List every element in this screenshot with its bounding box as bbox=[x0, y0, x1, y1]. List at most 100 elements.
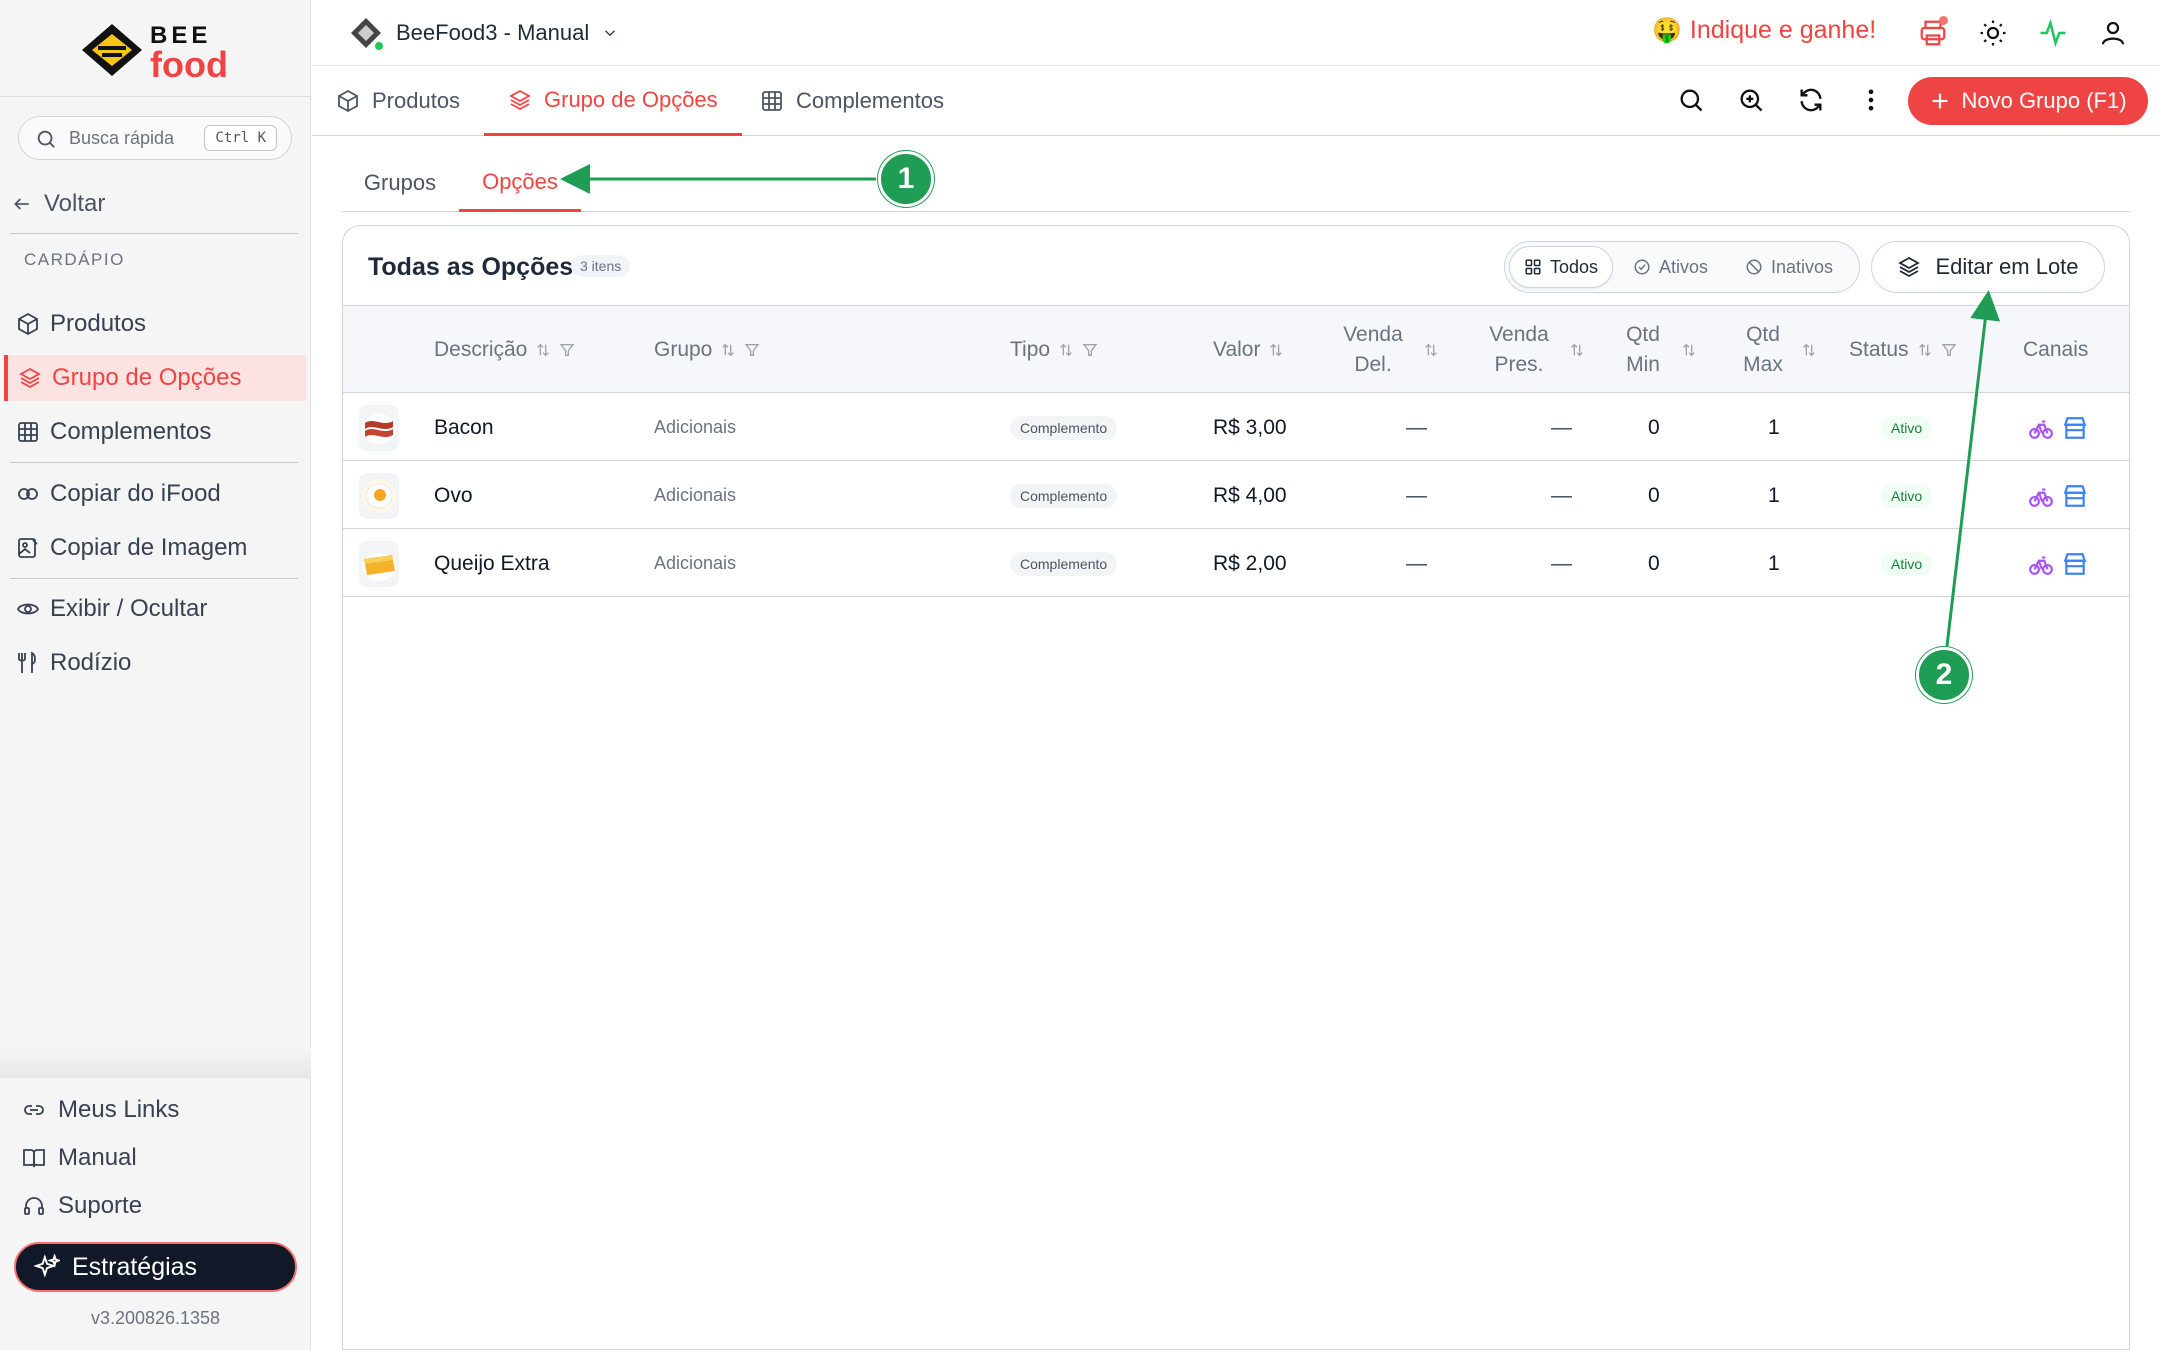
col-venda-del[interactable]: Venda Del. bbox=[1331, 306, 1439, 393]
bike-icon[interactable] bbox=[2028, 483, 2054, 509]
image-edit-icon bbox=[18, 538, 38, 558]
col-valor[interactable]: Valor bbox=[1213, 306, 1284, 393]
col-tipo[interactable]: Tipo bbox=[1010, 306, 1098, 393]
beefood-logo[interactable]: BEE food bbox=[80, 20, 240, 85]
tab-grupo-opcoes[interactable]: Grupo de Opções bbox=[484, 66, 742, 136]
divider bbox=[10, 462, 298, 463]
col-label-line: Min bbox=[1626, 352, 1660, 376]
sort-icon[interactable] bbox=[535, 342, 551, 358]
type-badge: Complemento bbox=[1010, 483, 1118, 508]
sort-icon[interactable] bbox=[1423, 342, 1439, 358]
book-icon bbox=[23, 1149, 45, 1168]
zoom-button[interactable] bbox=[1737, 86, 1767, 116]
option-name: Bacon bbox=[434, 415, 494, 439]
sidebar-item-rodizio[interactable]: Rodízio bbox=[4, 640, 306, 686]
bike-icon[interactable] bbox=[2028, 551, 2054, 577]
sort-icon[interactable] bbox=[1801, 342, 1817, 358]
filter-icon[interactable] bbox=[559, 342, 575, 358]
sidebar-footer-meus-links[interactable]: Meus Links bbox=[22, 1090, 179, 1130]
subtab-label: Opções bbox=[482, 168, 558, 194]
bacon-image bbox=[362, 413, 396, 444]
sidebar-item-copiar-ifood[interactable]: Copiar do iFood bbox=[4, 471, 306, 517]
sidebar-item-grupo-opcoes[interactable]: Grupo de Opções bbox=[4, 355, 306, 401]
sidebar-item-produtos[interactable]: Produtos bbox=[4, 301, 306, 347]
sort-icon[interactable] bbox=[1268, 342, 1284, 358]
bike-icon[interactable] bbox=[2028, 415, 2054, 441]
col-label-line: Qtd bbox=[1626, 322, 1660, 346]
sort-icon[interactable] bbox=[720, 342, 736, 358]
table-row[interactable]: Ovo Adicionais Complemento R$ 4,00 — — 0… bbox=[343, 462, 2129, 529]
col-venda-pres[interactable]: Venda Pres. bbox=[1477, 306, 1585, 393]
grid-icon bbox=[1525, 259, 1541, 275]
col-grupo[interactable]: Grupo bbox=[654, 306, 760, 393]
filter-icon[interactable] bbox=[744, 342, 760, 358]
store-icon[interactable] bbox=[2062, 551, 2088, 577]
activity-button[interactable] bbox=[2038, 18, 2068, 48]
table-row[interactable]: Queijo Extra Adicionais Complemento R$ 2… bbox=[343, 530, 2129, 597]
type-badge: Complemento bbox=[1010, 551, 1118, 576]
table-row[interactable]: Bacon Adicionais Complemento R$ 3,00 — —… bbox=[343, 394, 2129, 461]
sidebar: BEE food Busca rápida Ctrl K Voltar CARD… bbox=[0, 0, 311, 1350]
sidebar-item-exibir-ocultar[interactable]: Exibir / Ocultar bbox=[4, 586, 306, 632]
filter-icon[interactable] bbox=[1941, 342, 1957, 358]
filter-inativos[interactable]: Inativos bbox=[1731, 246, 1847, 288]
col-descricao[interactable]: Descrição bbox=[434, 306, 575, 393]
sort-icon[interactable] bbox=[1058, 342, 1074, 358]
min-qty: 0 bbox=[1648, 551, 1660, 575]
status-badge: Ativo bbox=[1881, 415, 1933, 440]
batch-edit-button[interactable]: Editar em Lote bbox=[1871, 241, 2105, 293]
filter-icon[interactable] bbox=[1082, 342, 1098, 358]
sidebar-footer-suporte[interactable]: Suporte bbox=[22, 1186, 142, 1226]
sort-icon[interactable] bbox=[1917, 342, 1933, 358]
tab-label: Grupo de Opções bbox=[544, 86, 718, 112]
invite-link[interactable]: 🤑 Indique e ganhe! bbox=[1652, 16, 1876, 45]
check-circle-icon bbox=[1634, 259, 1650, 275]
sidebar-item-label: Rodízio bbox=[50, 649, 132, 676]
sidebar-item-label: Copiar de Imagem bbox=[50, 534, 248, 561]
new-group-button[interactable]: Novo Grupo (F1) bbox=[1908, 77, 2148, 125]
store-icon[interactable] bbox=[2062, 415, 2088, 441]
col-qtd-min[interactable]: Qtd Min bbox=[1613, 306, 1697, 393]
cheese-image bbox=[362, 552, 396, 581]
back-label: Voltar bbox=[44, 190, 106, 217]
filter-todos[interactable]: Todos bbox=[1509, 246, 1614, 288]
sidebar-item-complementos[interactable]: Complementos bbox=[4, 409, 306, 455]
subtab-opcoes[interactable]: Opções bbox=[459, 154, 581, 212]
tab-complementos[interactable]: Complementos bbox=[760, 66, 944, 136]
user-button[interactable] bbox=[2098, 18, 2128, 48]
annotation-marker-1: 1 bbox=[878, 151, 934, 207]
bee-logo-icon bbox=[82, 24, 142, 76]
utensils-icon bbox=[18, 651, 36, 673]
sidebar-item-copiar-imagem[interactable]: Copiar de Imagem bbox=[4, 525, 306, 571]
quick-search-input[interactable]: Busca rápida Ctrl K bbox=[18, 116, 292, 160]
store-selector[interactable]: BeeFood3 - Manual bbox=[348, 14, 619, 52]
store-avatar bbox=[348, 15, 385, 52]
sort-icon[interactable] bbox=[1681, 342, 1697, 358]
copy-link-icon bbox=[18, 488, 38, 500]
option-group: Adicionais bbox=[654, 417, 737, 437]
theme-toggle-button[interactable] bbox=[1978, 18, 2008, 48]
col-label-line: Qtd bbox=[1746, 322, 1780, 346]
col-label: Descrição bbox=[434, 337, 528, 361]
printer-button[interactable] bbox=[1918, 16, 1948, 48]
divider bbox=[0, 96, 311, 97]
search-button[interactable] bbox=[1677, 86, 1707, 116]
col-qtd-max[interactable]: Qtd Max bbox=[1733, 306, 1817, 393]
col-status[interactable]: Status bbox=[1849, 306, 1957, 393]
sidebar-item-label: Complementos bbox=[50, 418, 212, 445]
col-label: Canais bbox=[2023, 337, 2089, 361]
col-label-line: Pres. bbox=[1494, 352, 1544, 376]
strategies-button[interactable]: Estratégias bbox=[14, 1242, 297, 1292]
arrow-left-icon bbox=[14, 198, 29, 210]
max-qty: 1 bbox=[1768, 483, 1780, 507]
tab-produtos[interactable]: Produtos bbox=[336, 66, 460, 136]
sort-icon[interactable] bbox=[1569, 342, 1585, 358]
back-link[interactable]: Voltar bbox=[12, 186, 105, 222]
plus-icon bbox=[1933, 93, 1948, 109]
sidebar-footer-manual[interactable]: Manual bbox=[22, 1138, 137, 1178]
more-options-button[interactable] bbox=[1857, 86, 1887, 116]
filter-ativos[interactable]: Ativos bbox=[1619, 246, 1722, 288]
subtab-grupos[interactable]: Grupos bbox=[342, 154, 458, 212]
store-icon[interactable] bbox=[2062, 483, 2088, 509]
refresh-button[interactable] bbox=[1797, 86, 1827, 116]
